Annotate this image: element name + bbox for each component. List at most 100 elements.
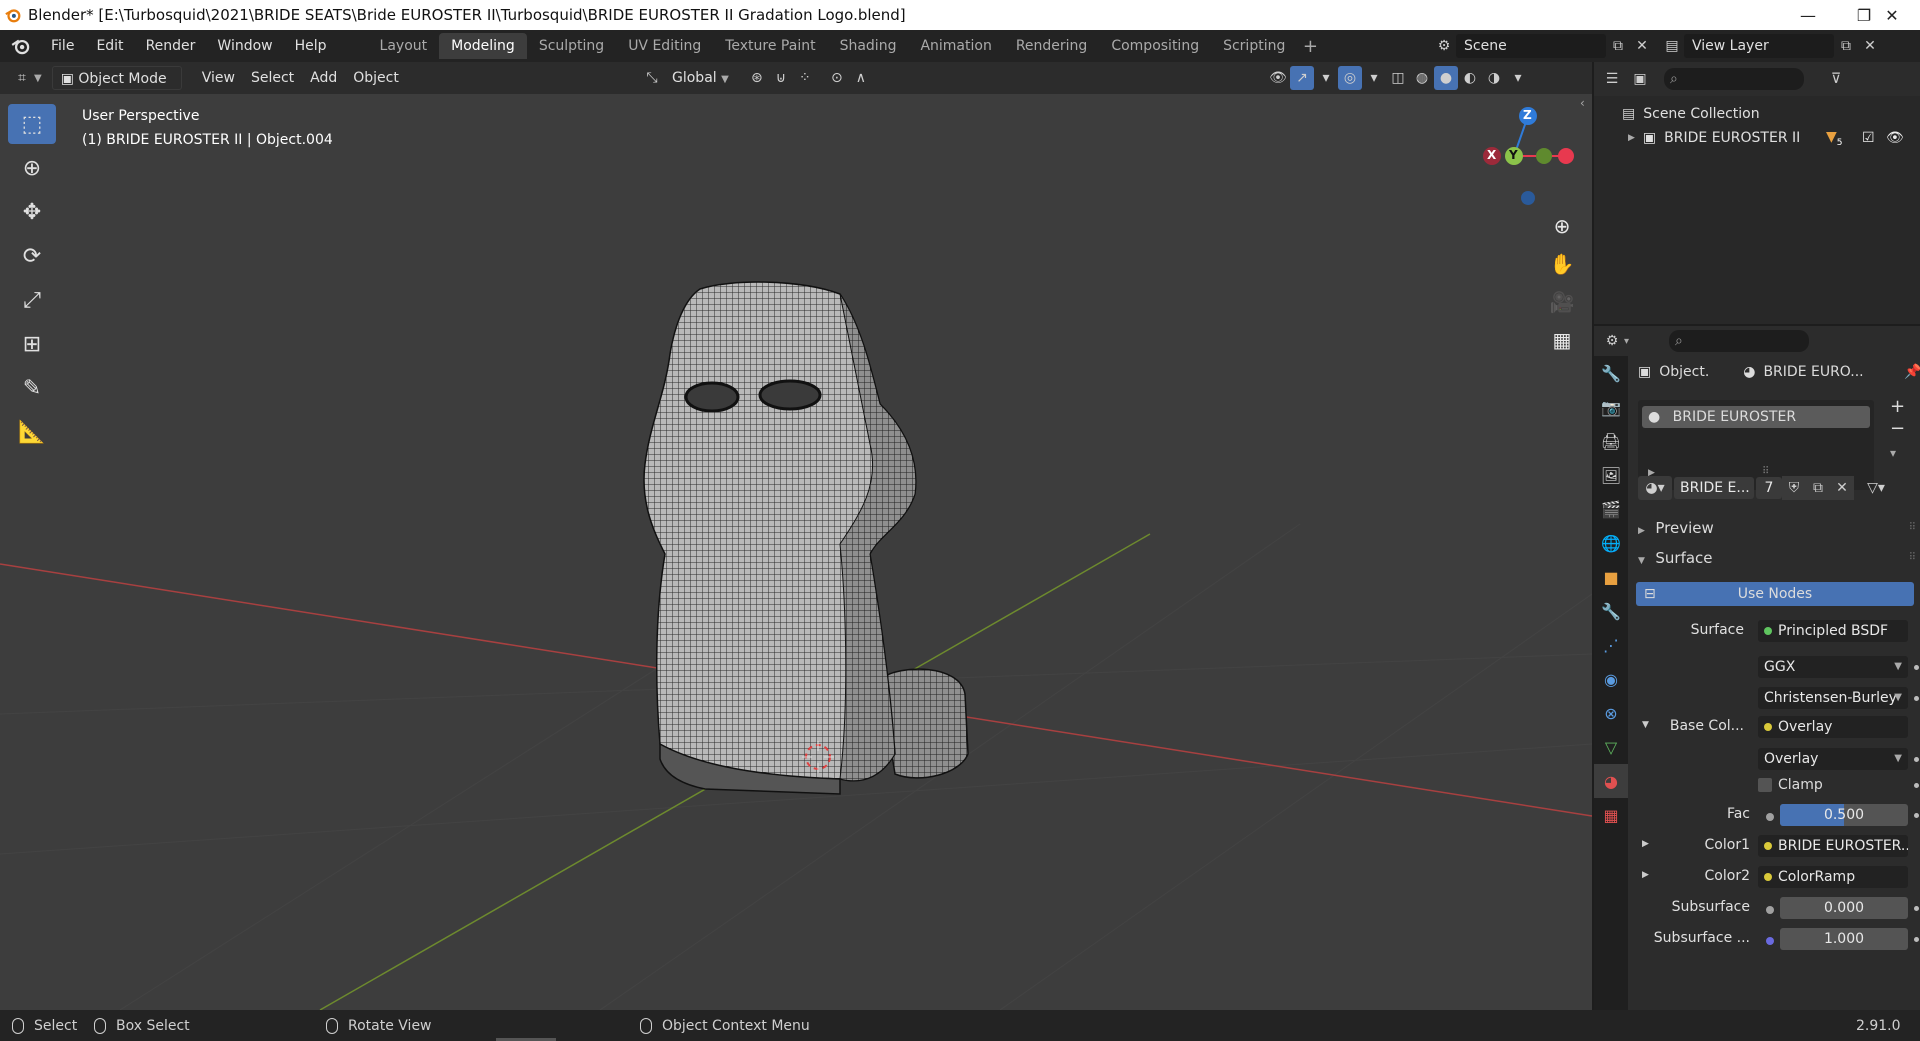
tab-layout[interactable]: Layout — [368, 33, 440, 59]
rotate-tool-icon[interactable]: ⟳ — [8, 236, 56, 276]
gizmo-y-label[interactable]: Y — [1509, 148, 1518, 162]
outliner-editor-icon[interactable]: ☰ — [1600, 67, 1624, 91]
tool-tab-icon[interactable]: 🔧 — [1594, 356, 1628, 390]
sidebar-toggle-icon[interactable]: ‹ — [1580, 96, 1585, 110]
editor-type-icon[interactable]: ⌗ — [10, 66, 34, 90]
proportional-edit-icon[interactable]: ⊙ — [825, 66, 849, 90]
outliner-item[interactable]: ▶ ▣ BRIDE EUROSTER II ▼5 ☑ 👁 — [1594, 126, 1920, 150]
surface-panel-header[interactable]: ▼ Surface ⠿ — [1634, 546, 1920, 570]
keyframe-dot-icon[interactable] — [1914, 665, 1919, 670]
viewport-menu-object[interactable]: Object — [345, 66, 407, 90]
modifier-tab-icon[interactable]: 🔧 — [1594, 594, 1628, 628]
browse-material-icon[interactable]: ◕▾ — [1638, 476, 1672, 500]
surface-shader-field[interactable]: Principled BSDF — [1758, 620, 1908, 642]
world-tab-icon[interactable]: 🌐 — [1594, 526, 1628, 560]
visibility-icon[interactable]: 👁 — [1266, 66, 1290, 90]
delete-view-layer-icon[interactable]: ✕ — [1858, 34, 1882, 58]
material-tab-icon[interactable]: ◕ — [1594, 764, 1628, 798]
menu-render[interactable]: Render — [135, 30, 207, 62]
transform-orientation-dropdown[interactable]: Global ▼ — [664, 66, 737, 90]
annotate-tool-icon[interactable]: ✎ — [8, 368, 56, 408]
chevron-down-icon[interactable]: ▾ — [1624, 336, 1629, 347]
shading-dropdown-icon[interactable]: ▾ — [1506, 66, 1530, 90]
snap-icon[interactable]: ⊍ — [769, 66, 793, 90]
viewport-menu-select[interactable]: Select — [243, 66, 302, 90]
rendered-shading-icon[interactable]: ◑ — [1482, 66, 1506, 90]
tab-compositing[interactable]: Compositing — [1099, 33, 1211, 59]
keyframe-dot-icon[interactable] — [1914, 757, 1919, 762]
duplicate-material-icon[interactable]: ⧉ — [1806, 476, 1830, 500]
overlay-toggle-icon[interactable]: ◎ — [1338, 66, 1362, 90]
subsurface-radius-field[interactable]: 1.000 — [1780, 928, 1908, 950]
outliner-search-input[interactable]: ⌕ — [1664, 68, 1804, 90]
checkbox-icon[interactable]: ☑ — [1862, 130, 1875, 146]
properties-search-input[interactable]: ⌕ — [1669, 330, 1810, 352]
texture-tab-icon[interactable]: ▦ — [1594, 798, 1628, 832]
zoom-icon[interactable]: ⊕ — [1546, 210, 1578, 242]
menu-window[interactable]: Window — [206, 30, 283, 62]
view-layer-icon[interactable]: ▤ — [1660, 34, 1684, 58]
pivot-point-icon[interactable]: ⊛ — [745, 66, 769, 90]
constraints-tab-icon[interactable]: ⊗ — [1594, 696, 1628, 730]
measure-tool-icon[interactable]: 📐 — [8, 412, 56, 452]
wireframe-shading-icon[interactable]: ◍ — [1410, 66, 1434, 90]
keyframe-dot-icon[interactable] — [1914, 696, 1919, 701]
tab-rendering[interactable]: Rendering — [1004, 33, 1100, 59]
scene-collection-row[interactable]: ▤ Scene Collection — [1594, 102, 1920, 126]
gizmo-dropdown-icon[interactable]: ▾ — [1314, 66, 1338, 90]
falloff-icon[interactable]: ∧ — [849, 66, 873, 90]
unlink-material-icon[interactable]: ✕ — [1830, 476, 1854, 500]
fake-user-icon[interactable]: ⛨ — [1782, 476, 1806, 500]
render-tab-icon[interactable]: 📷 — [1594, 390, 1628, 424]
drag-handle-icon[interactable]: ⠿ — [1909, 546, 1916, 570]
properties-editor-icon[interactable]: ⚙ — [1600, 329, 1624, 353]
eye-icon[interactable]: 👁 — [1886, 130, 1904, 146]
chevron-down-icon[interactable]: ▼ — [34, 73, 42, 84]
tab-sculpting[interactable]: Sculpting — [527, 33, 616, 59]
view-layer-tab-icon[interactable]: 🖼 — [1594, 458, 1628, 492]
viewport-menu-view[interactable]: View — [194, 66, 243, 90]
object-tab-icon[interactable]: ■ — [1594, 560, 1628, 594]
gizmo-z-label[interactable]: Z — [1523, 108, 1532, 122]
subsurface-method-dropdown[interactable]: Christensen-Burley ▼ — [1758, 687, 1908, 709]
snap-target-icon[interactable]: ⁘ — [793, 66, 817, 90]
remove-slot-icon[interactable]: − — [1890, 418, 1905, 439]
gizmo-toggle-icon[interactable]: ↗ — [1290, 66, 1314, 90]
slot-specials-icon[interactable]: ▾ — [1890, 446, 1896, 460]
menu-help[interactable]: Help — [284, 30, 338, 62]
pin-icon[interactable]: 📌 — [1904, 364, 1920, 380]
camera-icon[interactable]: 🎥 — [1546, 286, 1578, 318]
user-count-field[interactable]: 7 — [1756, 477, 1782, 499]
new-view-layer-icon[interactable]: ⧉ — [1834, 34, 1858, 58]
scene-tab-icon[interactable]: 🎬 — [1594, 492, 1628, 526]
link-dropdown-icon[interactable]: ▽▾ — [1864, 476, 1888, 500]
keyframe-dot-icon[interactable] — [1914, 906, 1919, 911]
blend-mode-dropdown[interactable]: Overlay ▼ — [1758, 748, 1908, 770]
base-color-link-field[interactable]: Overlay — [1758, 716, 1908, 738]
delete-scene-icon[interactable]: ✕ — [1630, 34, 1654, 58]
expand-arrow-icon[interactable]: ▶ — [1628, 133, 1635, 143]
ortho-grid-icon[interactable]: ▦ — [1546, 324, 1578, 356]
keyframe-dot-icon[interactable] — [1914, 783, 1919, 788]
scene-icon[interactable]: ⚙ — [1432, 34, 1456, 58]
subsurface-field[interactable]: 0.000 — [1780, 897, 1908, 919]
tab-shading[interactable]: Shading — [828, 33, 909, 59]
new-scene-icon[interactable]: ⧉ — [1606, 34, 1630, 58]
drag-handle-icon[interactable]: ⠿ — [1909, 516, 1916, 540]
distribution-dropdown[interactable]: GGX ▼ — [1758, 656, 1908, 678]
minimize-button[interactable]: — — [1780, 0, 1836, 30]
tab-modeling[interactable]: Modeling — [439, 33, 527, 59]
fac-slider[interactable]: 0.500 — [1780, 804, 1908, 826]
particles-tab-icon[interactable]: ⋰ — [1594, 628, 1628, 662]
keyframe-dot-icon[interactable] — [1914, 937, 1919, 942]
filter-icon[interactable]: ⊽ — [1824, 67, 1848, 91]
output-tab-icon[interactable]: 🖨 — [1594, 424, 1628, 458]
tab-texture-paint[interactable]: Texture Paint — [713, 33, 827, 59]
clamp-checkbox[interactable]: Clamp — [1758, 774, 1823, 796]
material-name-field[interactable]: BRIDE E... — [1674, 477, 1754, 499]
move-tool-icon[interactable]: ✥ — [8, 192, 56, 232]
view-layer-field[interactable]: View Layer — [1684, 34, 1834, 58]
close-window-button[interactable]: ✕ — [1864, 0, 1920, 30]
display-mode-icon[interactable]: ▣ — [1628, 67, 1652, 91]
physics-tab-icon[interactable]: ◉ — [1594, 662, 1628, 696]
